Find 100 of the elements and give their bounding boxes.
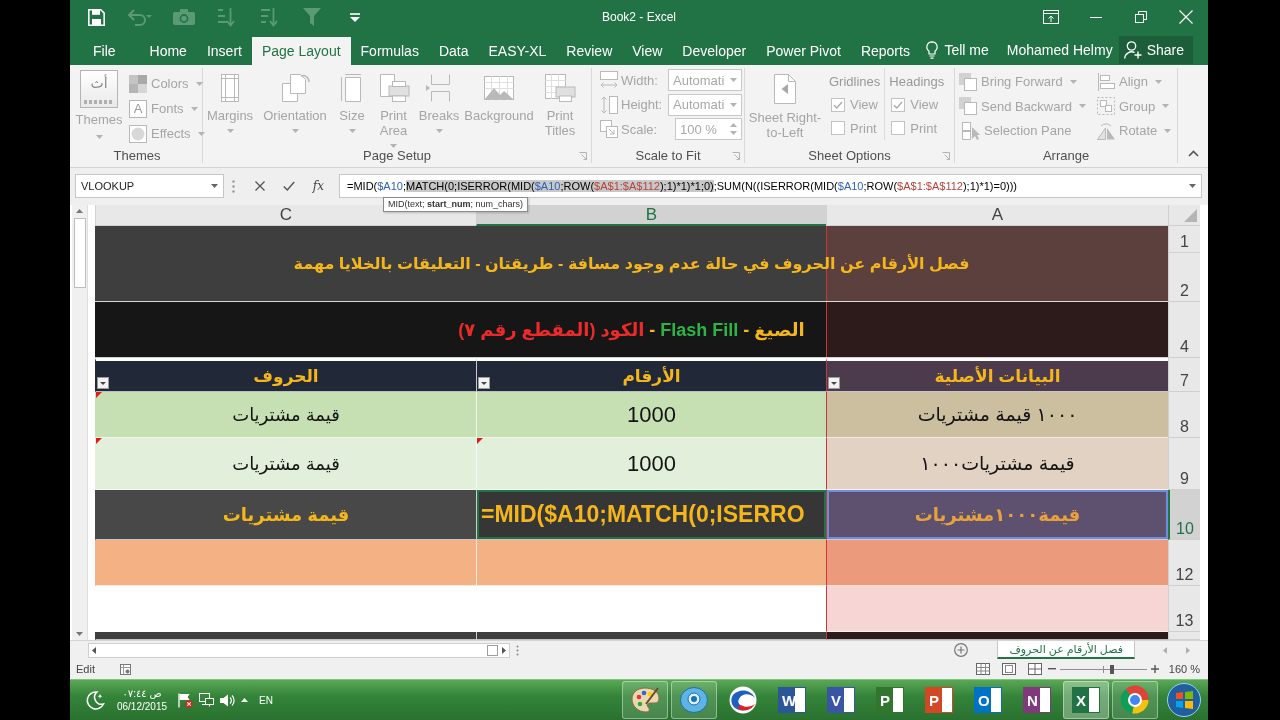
column-header[interactable]: A bbox=[826, 205, 1168, 226]
share-button[interactable]: Share bbox=[1118, 35, 1193, 64]
width-icon bbox=[600, 71, 618, 90]
width-label: Width: bbox=[621, 72, 658, 88]
caret-icon bbox=[730, 78, 737, 83]
tricolor-circle-icon bbox=[1121, 686, 1149, 714]
picture-icon bbox=[483, 74, 515, 102]
formula-text: =MID($A10;MATCH(0;ISERROR(MID($A10;ROW($A$1:$A$112);1)*1)*1;0);SUM(N((ISERROR(MID($A10;ROW($A$1:$A$112);1)*1)=0))) bbox=[347, 180, 1018, 192]
minimize-icon[interactable] bbox=[1089, 16, 1102, 18]
checkmark-icon[interactable] bbox=[282, 181, 295, 191]
grid-printer-icon bbox=[544, 74, 576, 102]
row-header[interactable]: 2 bbox=[1168, 253, 1200, 302]
ribbon-tab[interactable]: Data bbox=[428, 37, 479, 65]
zoom-level[interactable]: 160 % bbox=[1168, 663, 1200, 675]
scroll-up-icon[interactable] bbox=[76, 209, 83, 213]
page-layout-view-icon[interactable] bbox=[1001, 663, 1016, 675]
normal-view-icon[interactable] bbox=[975, 663, 990, 675]
horizontal-scrollbar[interactable] bbox=[88, 642, 510, 658]
rotate-icon bbox=[1097, 121, 1115, 140]
taskbar-button[interactable] bbox=[1112, 681, 1158, 719]
caret-icon bbox=[95, 135, 103, 139]
effects-icon bbox=[129, 124, 147, 143]
network-icon[interactable] bbox=[199, 693, 214, 707]
tell-me-button[interactable]: Tell me bbox=[924, 40, 991, 59]
webcam-icon bbox=[680, 687, 708, 713]
sheet-tab[interactable]: فصل الأرقام عن الحروف bbox=[997, 641, 1135, 659]
row-header[interactable]: 13 bbox=[1168, 586, 1200, 632]
checkbox-label: View bbox=[850, 97, 878, 113]
macro-record-icon[interactable] bbox=[119, 663, 131, 675]
insert-function-button[interactable]: fx bbox=[312, 179, 324, 193]
scroll-left-icon[interactable] bbox=[92, 646, 96, 654]
cancel-icon[interactable] bbox=[254, 181, 265, 191]
caret-icon bbox=[190, 106, 198, 111]
taskbar-button[interactable]: W bbox=[769, 681, 815, 719]
app-letter-icon: X bbox=[1072, 687, 1100, 713]
customize-icon[interactable] bbox=[349, 12, 360, 22]
zoom-slider-thumb[interactable] bbox=[1110, 664, 1114, 674]
checkbox-label: Print bbox=[910, 120, 938, 136]
taskbar-button[interactable]: P bbox=[867, 681, 913, 719]
row-header[interactable]: 8 bbox=[1168, 392, 1200, 438]
scroll-right-icon[interactable] bbox=[502, 646, 506, 654]
ribbon-display-icon[interactable] bbox=[1042, 10, 1059, 24]
vertical-scrollbar[interactable] bbox=[72, 205, 88, 640]
ribbon-tab[interactable]: Developer bbox=[672, 37, 757, 65]
status-mode: Edit bbox=[76, 663, 95, 675]
taskbar-button[interactable]: P bbox=[916, 681, 962, 719]
row-header[interactable]: 4 bbox=[1168, 302, 1200, 358]
row-header[interactable]: 12 bbox=[1168, 540, 1200, 586]
add-sheet-icon[interactable] bbox=[954, 643, 969, 657]
ribbon-tab[interactable]: View bbox=[622, 37, 673, 65]
ribbon-tab[interactable]: Page Layout bbox=[251, 37, 351, 65]
scrollbar-thumb[interactable] bbox=[73, 218, 86, 288]
page-break-view-icon[interactable] bbox=[1027, 663, 1042, 675]
close-icon[interactable] bbox=[1178, 10, 1193, 24]
taskbar-button[interactable] bbox=[671, 681, 717, 719]
cell-text: قيمة مشتريات١٠٠٠ bbox=[920, 452, 1075, 475]
account-name[interactable]: Mohamed Helmy bbox=[1006, 41, 1113, 58]
height-icon bbox=[600, 95, 618, 114]
speaker-icon[interactable] bbox=[220, 693, 235, 707]
taskbar-button[interactable]: N bbox=[1014, 681, 1060, 719]
flag-with-x-icon[interactable] bbox=[178, 692, 193, 708]
name-box[interactable]: VLOOKUP bbox=[75, 174, 224, 198]
group-label: Scale to Fit bbox=[635, 148, 701, 163]
taskbar-button[interactable]: V bbox=[818, 681, 864, 719]
grip-icon bbox=[232, 179, 235, 193]
ribbon-tab[interactable]: Power Pivot bbox=[756, 37, 851, 65]
language-indicator[interactable]: EN bbox=[259, 694, 273, 706]
row-header[interactable]: 7 bbox=[1168, 358, 1200, 392]
row-header[interactable]: 10 bbox=[1168, 490, 1200, 540]
row-header[interactable]: 1 bbox=[1168, 226, 1200, 253]
show-hidden-icons-icon[interactable] bbox=[241, 698, 248, 702]
formula-field[interactable]: =MID($A10;MATCH(0;ISERROR(MID($A10;ROW($A$1:$A$112);1)*1)*1;0);SUM(N((ISERROR(MID($A10;ROW($A$1:$A$112);1)*1)=0))) bbox=[339, 174, 1202, 198]
taskbar-button[interactable]: X bbox=[1063, 681, 1109, 719]
ribbon-tab[interactable]: EASY-XL bbox=[478, 37, 557, 65]
ribbon-tab[interactable]: Home bbox=[139, 37, 197, 65]
taskbar-button[interactable]: O bbox=[965, 681, 1011, 719]
filter-dropdown-button[interactable] bbox=[97, 377, 109, 389]
zoom-in-icon[interactable] bbox=[1150, 665, 1159, 673]
collapse-ribbon-icon[interactable] bbox=[1187, 150, 1199, 157]
filter-dropdown-button[interactable] bbox=[828, 377, 840, 389]
restore-icon[interactable] bbox=[1134, 11, 1147, 23]
ribbon-tab[interactable]: Reports bbox=[850, 37, 920, 65]
scrollbar-thumb[interactable] bbox=[487, 644, 498, 656]
app-letter-icon: N bbox=[1023, 687, 1051, 713]
group-label: Themes bbox=[113, 148, 161, 163]
app-letter-icon: O bbox=[974, 687, 1002, 713]
app-letter-icon: V bbox=[827, 687, 855, 713]
ribbon-tab[interactable]: File bbox=[83, 37, 126, 65]
group-icon bbox=[1097, 97, 1115, 115]
row-header[interactable]: 9 bbox=[1168, 438, 1200, 490]
app-letter-icon: W bbox=[778, 687, 806, 713]
moon-icon[interactable] bbox=[86, 691, 104, 709]
ribbon-tab[interactable]: Review bbox=[556, 37, 623, 65]
ribbon-tab[interactable]: Insert bbox=[196, 37, 252, 65]
save-icon[interactable] bbox=[87, 8, 105, 26]
window-title: Book2 - Excel bbox=[601, 10, 676, 24]
taskbar-button[interactable] bbox=[622, 681, 668, 719]
scroll-down-icon[interactable] bbox=[76, 632, 83, 636]
ribbon-tab[interactable]: Formulas bbox=[350, 37, 429, 65]
corner-triangle-icon bbox=[1184, 209, 1197, 222]
